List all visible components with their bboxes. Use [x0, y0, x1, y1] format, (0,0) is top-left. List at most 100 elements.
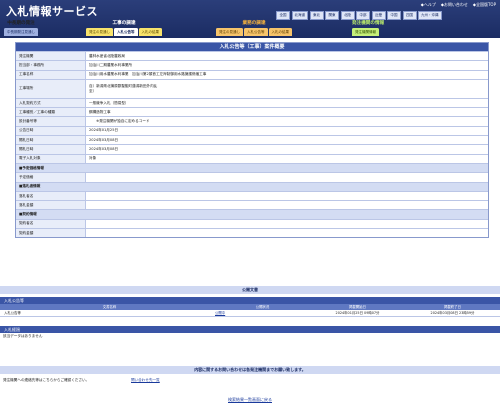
region-nav: 全国 北海道 東北 関東 北陸 中部 近畿 中国 四国 九州・沖縄: [276, 11, 498, 20]
row-value-line: 加治川用水農業水利事業 加治川第2頭首工左岸制御用水路擁護修繕工事: [89, 72, 207, 77]
row-label: 入札契約方式: [16, 98, 86, 108]
row-label: 工事場所: [16, 79, 86, 98]
notice-row: 発注機関 農林水産省北陸農政局: [16, 51, 488, 61]
contact-link[interactable]: ◆お問い合わせ: [441, 2, 468, 8]
row-value: 2024年01月25日: [86, 127, 488, 135]
document-end: 2024年03月08日 23時59分: [430, 311, 475, 315]
row-value-line: 対象: [89, 156, 97, 161]
region-tab-kyushu[interactable]: 九州・沖縄: [418, 11, 442, 20]
tabgroup-title: 工事の調達: [86, 20, 162, 27]
bid-progress-body: 該当データはありません: [0, 333, 500, 340]
tabgroup-title-text: 発注機関の情報: [352, 21, 385, 26]
row-label: 落札金額: [16, 201, 86, 210]
row-label: 公告日時: [16, 126, 86, 136]
tab-services-notice[interactable]: 入札公告等: [244, 28, 268, 36]
notice-row: 落札金額: [16, 200, 488, 210]
notice-row: 入札契約方式 一般競争入札（簡易型）: [16, 97, 488, 108]
notice-row: 工事場所 自）新潟県北蒲原郡聖籠町蓮潟新田外内乱 至）: [16, 78, 488, 98]
row-label: 落札者名: [16, 191, 86, 201]
region-tab-chugoku[interactable]: 中国: [387, 11, 401, 20]
row-label: 開札日時: [16, 145, 86, 154]
row-value: 自）新潟県北蒲原郡聖籠町蓮潟新田外内乱 至）: [86, 80, 488, 98]
national-top-link[interactable]: ◆全国版TOP: [473, 2, 496, 8]
row-value-line: 一般競争入札（簡易型）: [89, 100, 129, 105]
row-value-line: ※発注機関が独自に定めるコード: [89, 119, 150, 124]
row-label: 契約者名: [16, 219, 86, 229]
bid-progress: 入札経過 該当データはありません: [0, 323, 500, 340]
region-tab-national[interactable]: 全国: [276, 11, 290, 20]
notice-rows: 発注機関 農林水産省北陸農政局 担当部・事務所 加治川二期農業水利事業所 工事名称 加治川…: [16, 51, 488, 238]
notice-row: 開札日時 2024年03月08日: [16, 144, 488, 154]
row-value: 農林水産省北陸農政局: [86, 52, 488, 60]
document-status-link[interactable]: 公開中: [215, 311, 225, 315]
tabgroup-midterm: 中長期の発注 中長期発注見通し: [4, 20, 38, 36]
back-to-results-link[interactable]: 検索結果一覧画面に戻る: [228, 397, 272, 402]
notice-row: 契約者名: [16, 218, 488, 229]
row-value: 加治川用水農業水利事業 加治川第2頭首工左岸制御用水路擁護修繕工事: [86, 71, 488, 79]
row-value: 加治川二期農業水利事業所: [86, 61, 488, 69]
row-label: 開札日時: [16, 136, 86, 145]
tab-row: 中長期の発注 中長期発注見通し 工事の調達 発注の見通し 入札公告等 入札の結果…: [0, 20, 500, 38]
tabgroup-agencies: 発注機関の情報 発注機関情報: [352, 20, 384, 36]
notice-row: 担当部・事務所 加治川二期農業水利事業所: [16, 60, 488, 70]
document-name: 入札公告等: [4, 311, 21, 315]
tabgroup-title: 中長期の発注: [4, 20, 38, 27]
row-value-line: 鋼構造物工事: [89, 109, 111, 114]
contact-list-link[interactable]: 問い合わせ先一覧: [131, 378, 160, 383]
row-value: 対象: [86, 155, 488, 163]
tab-services-outlook[interactable]: 発注の見通し: [216, 28, 243, 36]
contact-text: 発注機関への連絡先等はこちらからご確認ください。: [3, 378, 90, 382]
notice-row: 公告日時 2024年01月25日: [16, 125, 488, 136]
tab-construction-notice[interactable]: 入札公告等: [114, 28, 138, 36]
site-logo[interactable]: 入札情報サービス: [6, 3, 98, 19]
tabgroup-title-text: 中長期の発注: [7, 21, 35, 26]
tab-midterm-outlook[interactable]: 中長期発注見通し: [4, 28, 38, 36]
row-value-line: 2024年01月25日: [89, 128, 119, 133]
contact-section: 内容に関するお問い合わせは各発注機関までお願い致します。 発注機関への連絡先等は…: [0, 366, 500, 387]
row-value: [86, 229, 488, 237]
documents-section-title: 入札公告等: [0, 297, 500, 304]
row-label: 工事名称: [16, 70, 86, 79]
contact-row: 発注機関への連絡先等はこちらからご確認ください。 問い合わせ先一覧: [0, 374, 500, 387]
row-value-line: 農林水産省北陸農政局: [89, 53, 125, 58]
tabgroup-title: 発注機関の情報: [352, 20, 384, 27]
region-tab-hokkaido[interactable]: 北海道: [291, 11, 308, 20]
row-label: 工事種別／工事の種類: [16, 108, 86, 117]
back-link-wrap: 検索結果一覧画面に戻る: [0, 397, 500, 403]
public-documents: 公開文書 入札公告等 文書名称 公開状況 掲載開始日 掲載終了日 入札公告等 公…: [0, 286, 500, 317]
tab-construction-results[interactable]: 入札の結果: [138, 28, 162, 36]
row-value-line: 2024年03月08日: [89, 137, 119, 142]
row-label: ■予定価格情報: [16, 163, 488, 173]
region-tab-shikoku[interactable]: 四国: [402, 11, 417, 20]
row-value-line: 加治川二期農業水利事業所: [89, 62, 133, 67]
region-tab-kanto[interactable]: 関東: [325, 11, 339, 20]
region-tab-tohoku[interactable]: 東北: [309, 11, 324, 20]
top-links: ◆ヘルプ ◆お問い合わせ ◆全国版TOP: [421, 2, 496, 8]
section-header-row: ■契約情報: [16, 209, 488, 219]
notice-row: 落札者名: [16, 190, 488, 201]
help-link[interactable]: ◆ヘルプ: [421, 2, 436, 8]
tab-agency-info[interactable]: 発注機関情報: [352, 28, 379, 36]
row-value-line: 2024年03月08日: [89, 147, 119, 152]
tab-services-results[interactable]: 入札の結果: [268, 28, 292, 36]
row-label: ■落札者情報: [16, 182, 488, 191]
notice-row: 開札日時 2024年03月08日: [16, 135, 488, 145]
region-tab-hokuriku[interactable]: 北陸: [340, 11, 355, 20]
notice-row: 工事名称 加治川用水農業水利事業 加治川第2頭首工左岸制御用水路擁護修繕工事: [16, 69, 488, 79]
notice-row: 予定価格: [16, 172, 488, 182]
row-label: 契約金額: [16, 229, 86, 238]
row-value: ※発注機関が独自に定めるコード: [86, 117, 488, 125]
row-value: 2024年03月08日: [86, 145, 488, 153]
bid-progress-title: 入札経過: [0, 326, 500, 333]
region-tab-chubu[interactable]: 中部: [356, 11, 370, 20]
row-label: 設計番号等: [16, 117, 86, 126]
tabgroup-title: 業務の調達: [216, 20, 292, 27]
tabgroup-title-text: 工事の調達: [112, 21, 136, 26]
row-label: ■契約情報: [16, 210, 488, 219]
page-title: 入札公告等（工事）案件概要: [16, 43, 488, 51]
region-tab-kinki[interactable]: 近畿: [371, 11, 386, 20]
header: 入札情報サービス ◆ヘルプ ◆お問い合わせ ◆全国版TOP 全国 北海道 東北 …: [0, 0, 500, 38]
row-label: 電子入札対象: [16, 154, 86, 163]
tab-construction-outlook[interactable]: 発注の見通し: [86, 28, 113, 36]
row-value: 2024年03月08日: [86, 136, 488, 144]
